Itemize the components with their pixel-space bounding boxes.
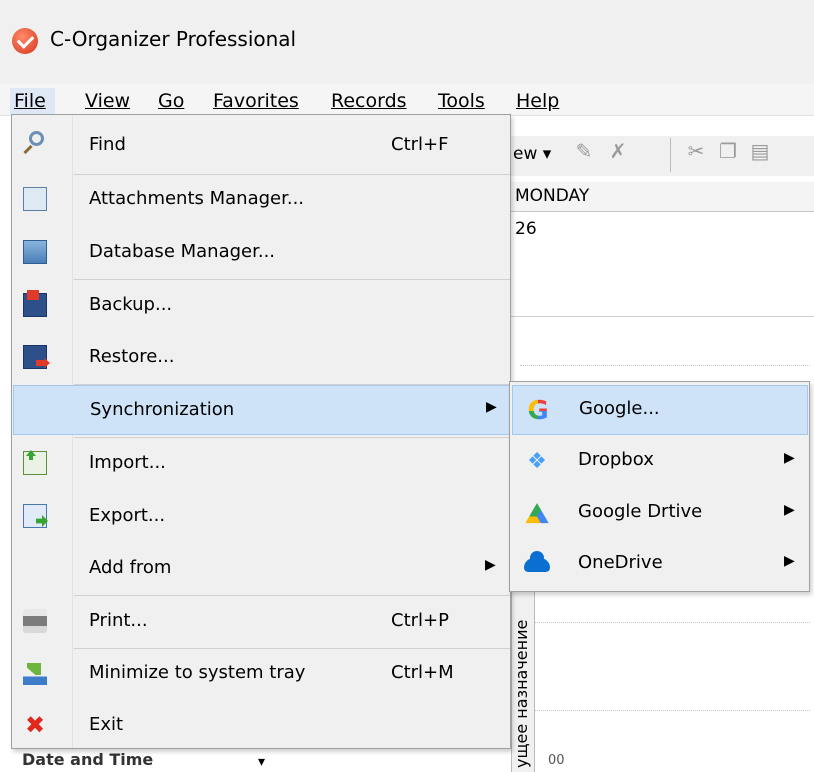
menu-item-label: Synchronization <box>90 399 235 420</box>
menu-item-label: Exit <box>89 714 124 735</box>
window-title: C-Organizer Professional <box>50 27 297 51</box>
edit-icon[interactable]: ✎ <box>572 139 596 165</box>
file-menu: Find Ctrl+F Attachments Manager... Datab… <box>11 114 511 749</box>
exit-icon: ✖ <box>24 711 46 739</box>
menu-item-add-from[interactable]: Add from ▶ <box>13 544 510 594</box>
menu-item-database-manager[interactable]: Database Manager... <box>13 228 510 278</box>
calendar-date[interactable]: 26 <box>515 219 537 239</box>
database-icon <box>23 240 47 264</box>
left-pane-label: Date and Time <box>22 750 154 769</box>
menu-item-import[interactable]: Import... <box>13 439 510 489</box>
time-slot-line <box>520 710 810 711</box>
new-dropdown-button[interactable]: ew ▾ <box>513 144 551 164</box>
submenu-item-google[interactable]: G Google... <box>512 385 808 435</box>
submenu-item-dropbox[interactable]: ❖ Dropbox ▶ <box>512 437 808 487</box>
delete-record-icon[interactable]: ✗ <box>606 139 630 165</box>
menu-bar: File View Go Favorites Records Tools Hel… <box>0 84 814 116</box>
submenu-arrow-icon: ▶ <box>485 557 496 573</box>
submenu-arrow-icon: ▶ <box>486 399 497 415</box>
menu-item-label: Attachments Manager... <box>89 188 305 209</box>
find-icon <box>29 131 44 146</box>
chevron-down-icon[interactable]: ▾ <box>258 754 265 770</box>
menu-item-minimize-to-tray[interactable]: Minimize to system tray Ctrl+M <box>13 649 510 699</box>
calendar-day-name: MONDAY <box>515 186 590 206</box>
onedrive-icon <box>524 551 550 572</box>
time-slot-line <box>520 365 810 366</box>
toolbar-separator <box>670 138 671 172</box>
submenu-item-label: Google... <box>579 398 660 419</box>
submenu-item-google-drive[interactable]: Google Drtive ▶ <box>512 489 808 539</box>
menu-item-restore[interactable]: Restore... <box>13 333 510 383</box>
menu-item-find[interactable]: Find Ctrl+F <box>13 121 510 171</box>
dropbox-icon: ❖ <box>527 449 547 474</box>
menu-file[interactable]: File <box>10 88 55 114</box>
google-icon: G <box>525 398 551 424</box>
tray-icon <box>23 661 47 685</box>
menu-item-label: Backup... <box>89 294 173 315</box>
restore-icon <box>23 345 47 369</box>
menu-item-backup[interactable]: Backup... <box>13 281 510 331</box>
menu-item-label: Export... <box>89 505 166 526</box>
menu-help[interactable]: Help <box>516 88 559 114</box>
paste-icon[interactable]: ▤ <box>748 139 772 165</box>
menu-item-shortcut: Ctrl+P <box>391 610 449 631</box>
menu-item-print[interactable]: Print... Ctrl+P <box>13 597 510 647</box>
submenu-arrow-icon: ▶ <box>784 502 795 518</box>
menu-item-label: Print... <box>89 610 148 631</box>
attachments-icon <box>23 187 47 211</box>
menu-go[interactable]: Go <box>158 88 184 114</box>
menu-separator <box>74 279 510 280</box>
submenu-arrow-icon: ▶ <box>784 553 795 569</box>
time-label: 00 <box>548 753 565 768</box>
time-slot-line <box>520 622 810 623</box>
submenu-item-label: Google Drtive <box>578 501 703 522</box>
menu-item-label: Minimize to system tray <box>89 662 306 683</box>
menu-item-export[interactable]: Export... <box>13 492 510 542</box>
app-logo-icon <box>12 28 38 54</box>
menu-item-attachments-manager[interactable]: Attachments Manager... <box>13 175 510 225</box>
export-icon <box>23 504 47 528</box>
submenu-item-label: Dropbox <box>578 449 654 470</box>
menu-item-synchronization[interactable]: Synchronization ▶ <box>13 385 510 435</box>
submenu-item-onedrive[interactable]: OneDrive ▶ <box>512 540 808 590</box>
google-drive-icon <box>525 503 549 524</box>
menu-favorites[interactable]: Favorites <box>213 88 299 114</box>
menu-view[interactable]: View <box>85 88 130 114</box>
vertical-pane-label: ущее назначение <box>512 619 531 768</box>
cut-icon[interactable]: ✂ <box>684 139 708 165</box>
synchronization-submenu: G Google... ❖ Dropbox ▶ Google Drtive ▶ … <box>509 381 810 592</box>
submenu-arrow-icon: ▶ <box>784 450 795 466</box>
backup-icon <box>23 290 47 317</box>
menu-records[interactable]: Records <box>331 88 407 114</box>
calendar-divider <box>511 316 814 317</box>
menu-item-shortcut: Ctrl+M <box>391 662 454 683</box>
menu-item-label: Import... <box>89 452 166 473</box>
menu-item-label: Database Manager... <box>89 241 276 262</box>
menu-separator <box>74 437 510 438</box>
menu-item-exit[interactable]: ✖ Exit <box>13 701 510 751</box>
copy-icon[interactable]: ❐ <box>716 139 740 165</box>
menu-item-label: Add from <box>89 557 172 578</box>
import-icon <box>23 451 47 475</box>
menu-item-label: Find <box>89 134 126 155</box>
menu-item-shortcut: Ctrl+F <box>391 134 449 155</box>
submenu-item-label: OneDrive <box>578 552 663 573</box>
menu-separator <box>74 595 510 596</box>
menu-tools[interactable]: Tools <box>438 88 485 114</box>
menu-item-label: Restore... <box>89 346 175 367</box>
print-icon <box>23 609 47 633</box>
